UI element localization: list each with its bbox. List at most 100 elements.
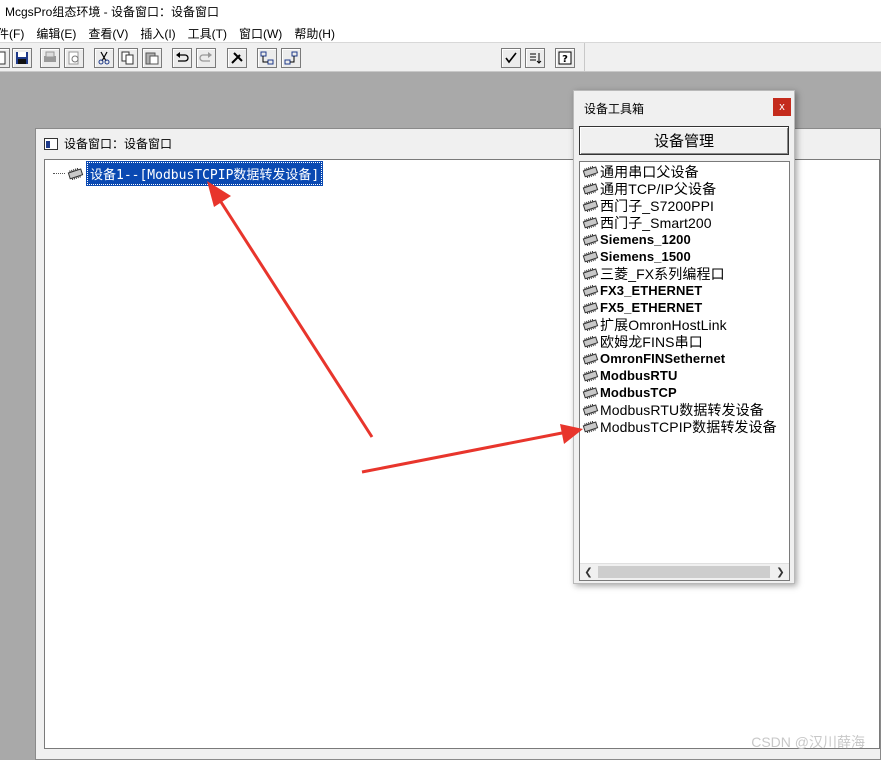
cut-button[interactable] (94, 48, 114, 68)
device-chip-icon (582, 233, 599, 246)
scroll-thumb[interactable] (598, 566, 770, 578)
menu-view[interactable]: 查看(V) (82, 22, 134, 42)
save-icon (16, 52, 28, 64)
device-list-item[interactable]: 三菱_FX系列编程口 (582, 265, 725, 282)
redo-icon (199, 52, 212, 62)
list-sort-button[interactable] (525, 48, 545, 68)
print-preview-icon (68, 51, 79, 65)
device-tree-alt-button[interactable] (281, 48, 301, 68)
undo-icon (176, 52, 189, 62)
device-chip-icon (582, 403, 599, 416)
menu-window[interactable]: 窗口(W) (233, 22, 288, 42)
help-icon: ? (558, 51, 572, 65)
device-list-item-label: ModbusTCP (600, 385, 677, 400)
device-list-item[interactable]: ModbusTCP (582, 384, 677, 401)
device-chip-icon (67, 167, 84, 180)
device-list-item-label: FX3_ETHERNET (600, 283, 703, 298)
device-list-item[interactable]: Siemens_1500 (582, 248, 691, 265)
help-button[interactable]: ? (555, 48, 575, 68)
check-button[interactable] (501, 48, 521, 68)
list-sort-icon (530, 53, 542, 64)
device-tree-alt-icon (284, 51, 298, 65)
device-chip-icon (582, 420, 599, 433)
print-icon (44, 51, 56, 62)
print-button[interactable] (40, 48, 60, 68)
device-toolbox-window: 设备工具箱 x 设备管理 通用串口父设备 通用TCP/IP父设备 西门子_S7200… (573, 90, 795, 584)
app-title: McgsPro组态环境 - 设备窗口：设备窗口 (5, 5, 220, 19)
paste-button[interactable] (142, 48, 162, 68)
device-management-button[interactable]: 设备管理 (579, 126, 789, 155)
scroll-left-icon[interactable]: ❮ (580, 564, 597, 580)
watermark: CSDN @汉川薛海 (751, 734, 865, 750)
device-chip-icon (582, 216, 599, 229)
undo-button[interactable] (172, 48, 192, 68)
menu-file[interactable]: 件(F) (0, 22, 30, 42)
device-chip-icon (582, 199, 599, 212)
new-file-button[interactable] (0, 48, 10, 68)
check-icon (505, 52, 517, 64)
cut-icon (98, 51, 110, 65)
device-chip-icon (582, 369, 599, 382)
device-list-item[interactable]: 通用TCP/IP父设备 (582, 180, 716, 197)
print-preview-button[interactable] (64, 48, 84, 68)
device-chip-icon (582, 182, 599, 195)
device-list-item[interactable]: ModbusTCPIP数据转发设备 (582, 418, 777, 435)
device-list-item[interactable]: OmronFINSethernet (582, 350, 725, 367)
device-list-item-label: 西门子_Smart200 (600, 214, 712, 231)
save-button[interactable] (12, 48, 32, 68)
horizontal-scrollbar[interactable]: ❮ ❯ (580, 563, 789, 580)
device-chip-icon (582, 284, 599, 297)
device-window-title: 设备窗口：设备窗口 (64, 137, 173, 151)
device-list-item[interactable]: 通用串口父设备 (582, 163, 699, 180)
menu-bar: 件(F) 编辑(E) 查看(V) 插入(I) 工具(T) 窗口(W) 帮助(H) (0, 22, 881, 42)
device-list-item-label: FX5_ETHERNET (600, 300, 703, 315)
window-icon (44, 137, 58, 150)
device-list-item[interactable]: Siemens_1200 (582, 231, 691, 248)
device-list-item-label: OmronFINSethernet (600, 351, 726, 366)
device-list-item[interactable]: ModbusRTU数据转发设备 (582, 401, 764, 418)
close-icon: x (779, 101, 785, 113)
paste-icon (145, 52, 159, 65)
device-list-item-label: Siemens_1200 (600, 232, 691, 247)
app-title-bar: McgsPro组态环境 - 设备窗口：设备窗口 (0, 0, 881, 22)
device-list-item-label: ModbusRTU (600, 368, 678, 383)
tools-button[interactable] (227, 48, 247, 68)
tree-item-device1[interactable]: 设备1--[ModbusTCPIP数据转发设备] (85, 161, 324, 186)
device-chip-icon (582, 352, 599, 365)
tree-row: 设备1--[ModbusTCPIP数据转发设备] (53, 161, 324, 186)
toolbox-title: 设备工具箱 (584, 102, 645, 116)
menu-tools[interactable]: 工具(T) (182, 22, 233, 42)
scroll-right-icon[interactable]: ❯ (772, 564, 789, 580)
svg-text:?: ? (562, 54, 568, 65)
device-list-item[interactable]: ModbusRTU (582, 367, 677, 384)
device-list-item[interactable]: FX5_ETHERNET (582, 299, 702, 316)
device-list[interactable]: 通用串口父设备 通用TCP/IP父设备 西门子_S7200PPI 西门子_Smart2… (579, 161, 790, 581)
device-list-item[interactable]: 西门子_Smart200 (582, 214, 712, 231)
tree-connector (53, 173, 65, 174)
device-list-item[interactable]: 西门子_S7200PPI (582, 197, 714, 214)
close-button[interactable]: x (773, 98, 791, 116)
device-chip-icon (582, 318, 599, 331)
device-list-item[interactable]: 欧姆龙FINS串口 (582, 333, 703, 350)
tools-icon (231, 52, 243, 64)
menu-help[interactable]: 帮助(H) (288, 22, 341, 42)
device-list-item-label: 三菱_FX系列编程口 (600, 265, 725, 282)
toolbar-area: ? (0, 43, 585, 72)
menu-edit[interactable]: 编辑(E) (30, 22, 82, 42)
device-chip-icon (582, 165, 599, 178)
device-chip-icon (582, 335, 599, 348)
copy-button[interactable] (118, 48, 138, 68)
new-file-icon (0, 51, 6, 65)
device-list-item[interactable]: FX3_ETHERNET (582, 282, 702, 299)
device-chip-icon (582, 301, 599, 314)
device-chip-icon (582, 386, 599, 399)
device-list-item-label: Siemens_1500 (600, 249, 691, 264)
toolbar: ? (0, 42, 881, 72)
device-chip-icon (582, 267, 599, 280)
menu-insert[interactable]: 插入(I) (134, 22, 181, 42)
device-list-item-label: ModbusTCPIP数据转发设备 (600, 418, 777, 435)
device-list-item[interactable]: 扩展OmronHostLink (582, 316, 727, 333)
redo-button[interactable] (196, 48, 216, 68)
copy-icon (121, 51, 134, 65)
device-tree-button[interactable] (257, 48, 277, 68)
